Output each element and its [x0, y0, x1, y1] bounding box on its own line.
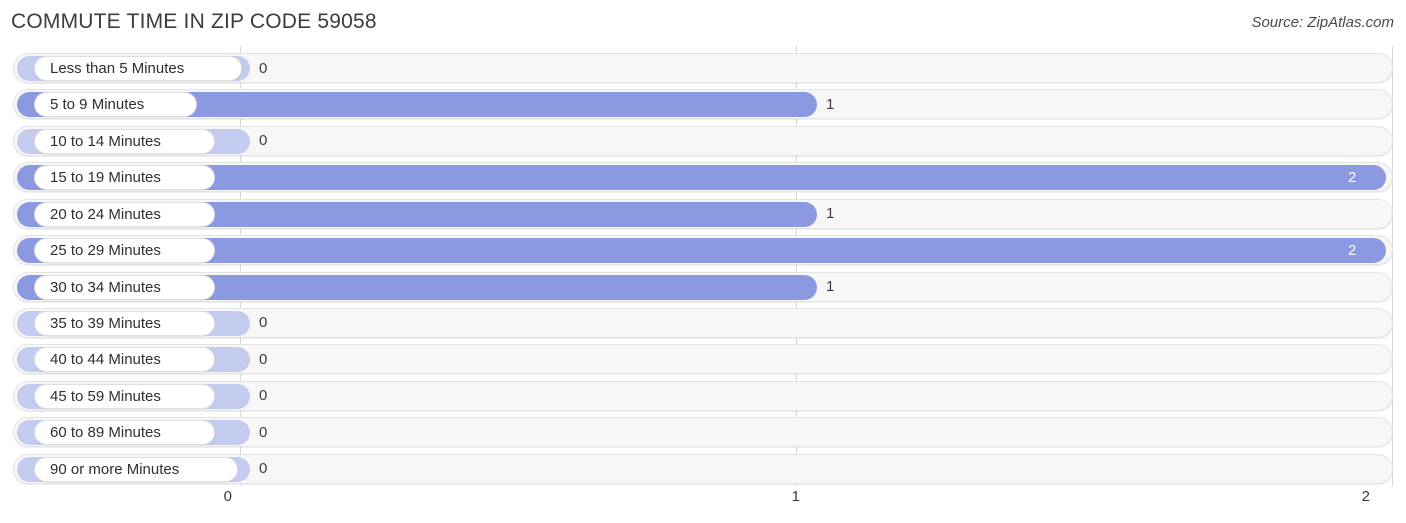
bar-row[interactable]: 25 to 29 Minutes 2: [13, 235, 1393, 266]
bar-category-label: 15 to 19 Minutes: [34, 165, 215, 191]
bar-category-label-text: 60 to 89 Minutes: [50, 424, 161, 442]
bar-category-label: 45 to 59 Minutes: [34, 383, 215, 409]
x-axis-tick-label: 2: [1361, 488, 1370, 505]
bar-category-label: 30 to 34 Minutes: [34, 274, 215, 300]
bar-row[interactable]: 45 to 59 Minutes 0: [13, 380, 1393, 411]
bar-category-label-text: Less than 5 Minutes: [50, 60, 185, 77]
bar-row[interactable]: 15 to 19 Minutes 2: [13, 162, 1393, 193]
bar-category-label: 90 or more Minutes: [34, 456, 238, 482]
bar-value-label: 0: [259, 59, 268, 77]
chart-plot-area: Less than 5 Minutes 0 5 to 9 Minutes 1 10 to…: [0, 46, 1406, 486]
bar-value-label: 0: [259, 314, 268, 332]
bar-category-label-text: 25 to 29 Minutes: [50, 242, 161, 260]
bar-category-label: 20 to 24 Minutes: [34, 201, 215, 227]
x-axis-tick-label: 1: [791, 488, 800, 505]
chart-bar-rows: Less than 5 Minutes 0 5 to 9 Minutes 1 10 to…: [0, 46, 1406, 486]
bar-category-label: 60 to 89 Minutes: [34, 420, 215, 446]
bar-category-label-text: 20 to 24 Minutes: [50, 205, 161, 223]
bar-category-label-text: 5 to 9 Minutes: [50, 96, 145, 114]
bar-value-label: 0: [259, 350, 268, 368]
bar-row[interactable]: Less than 5 Minutes 0: [13, 53, 1393, 83]
bar-category-label: 5 to 9 Minutes: [34, 92, 197, 118]
bar-value-label: 2: [1348, 168, 1357, 186]
bar-category-label: 10 to 14 Minutes: [34, 128, 215, 154]
bar-value-label: 1: [826, 95, 835, 113]
bar-category-label-text: 40 to 44 Minutes: [50, 351, 161, 369]
bar-fill: [17, 238, 1386, 264]
bar-row[interactable]: 90 or more Minutes 0: [13, 453, 1393, 484]
bar-value-label: 1: [826, 205, 835, 223]
bar-row[interactable]: 5 to 9 Minutes 1: [13, 89, 1393, 120]
page-title: COMMUTE TIME IN ZIP CODE 59058: [11, 10, 377, 33]
bar-value-label: 2: [1348, 241, 1357, 259]
bar-row[interactable]: 30 to 34 Minutes 1: [13, 271, 1393, 302]
x-axis: 0 1 2: [0, 486, 1406, 523]
bar-value-label: 0: [259, 387, 268, 405]
bar-row[interactable]: 60 to 89 Minutes 0: [13, 417, 1393, 448]
bar-category-label: 40 to 44 Minutes: [34, 347, 215, 373]
bar-row[interactable]: 35 to 39 Minutes 0: [13, 307, 1393, 338]
bar-category-label-text: 15 to 19 Minutes: [50, 169, 161, 187]
bar-category-label-text: 90 or more Minutes: [50, 460, 180, 478]
source-attribution: Source: ZipAtlas.com: [1251, 14, 1394, 31]
bar-category-label-text: 35 to 39 Minutes: [50, 314, 161, 332]
bar-row[interactable]: 40 to 44 Minutes 0: [13, 344, 1393, 375]
bar-fill: [17, 165, 1386, 191]
bar-category-label: 35 to 39 Minutes: [34, 310, 215, 336]
bar-row[interactable]: 20 to 24 Minutes 1: [13, 198, 1393, 229]
bar-value-label: 0: [259, 132, 268, 150]
bar-value-label: 1: [826, 278, 835, 296]
bar-value-label: 0: [259, 460, 268, 478]
bar-category-label-text: 10 to 14 Minutes: [50, 132, 161, 150]
bar-value-label: 0: [259, 423, 268, 441]
bar-category-label: 25 to 29 Minutes: [34, 238, 215, 264]
bar-category-label-text: 45 to 59 Minutes: [50, 387, 161, 405]
x-axis-tick-label: 0: [223, 488, 232, 505]
chart-header: COMMUTE TIME IN ZIP CODE 59058 Source: Z…: [0, 0, 1406, 46]
bar-category-label-text: 30 to 34 Minutes: [50, 278, 161, 296]
bar-row[interactable]: 10 to 14 Minutes 0: [13, 125, 1393, 156]
bar-category-label: Less than 5 Minutes: [34, 56, 242, 81]
